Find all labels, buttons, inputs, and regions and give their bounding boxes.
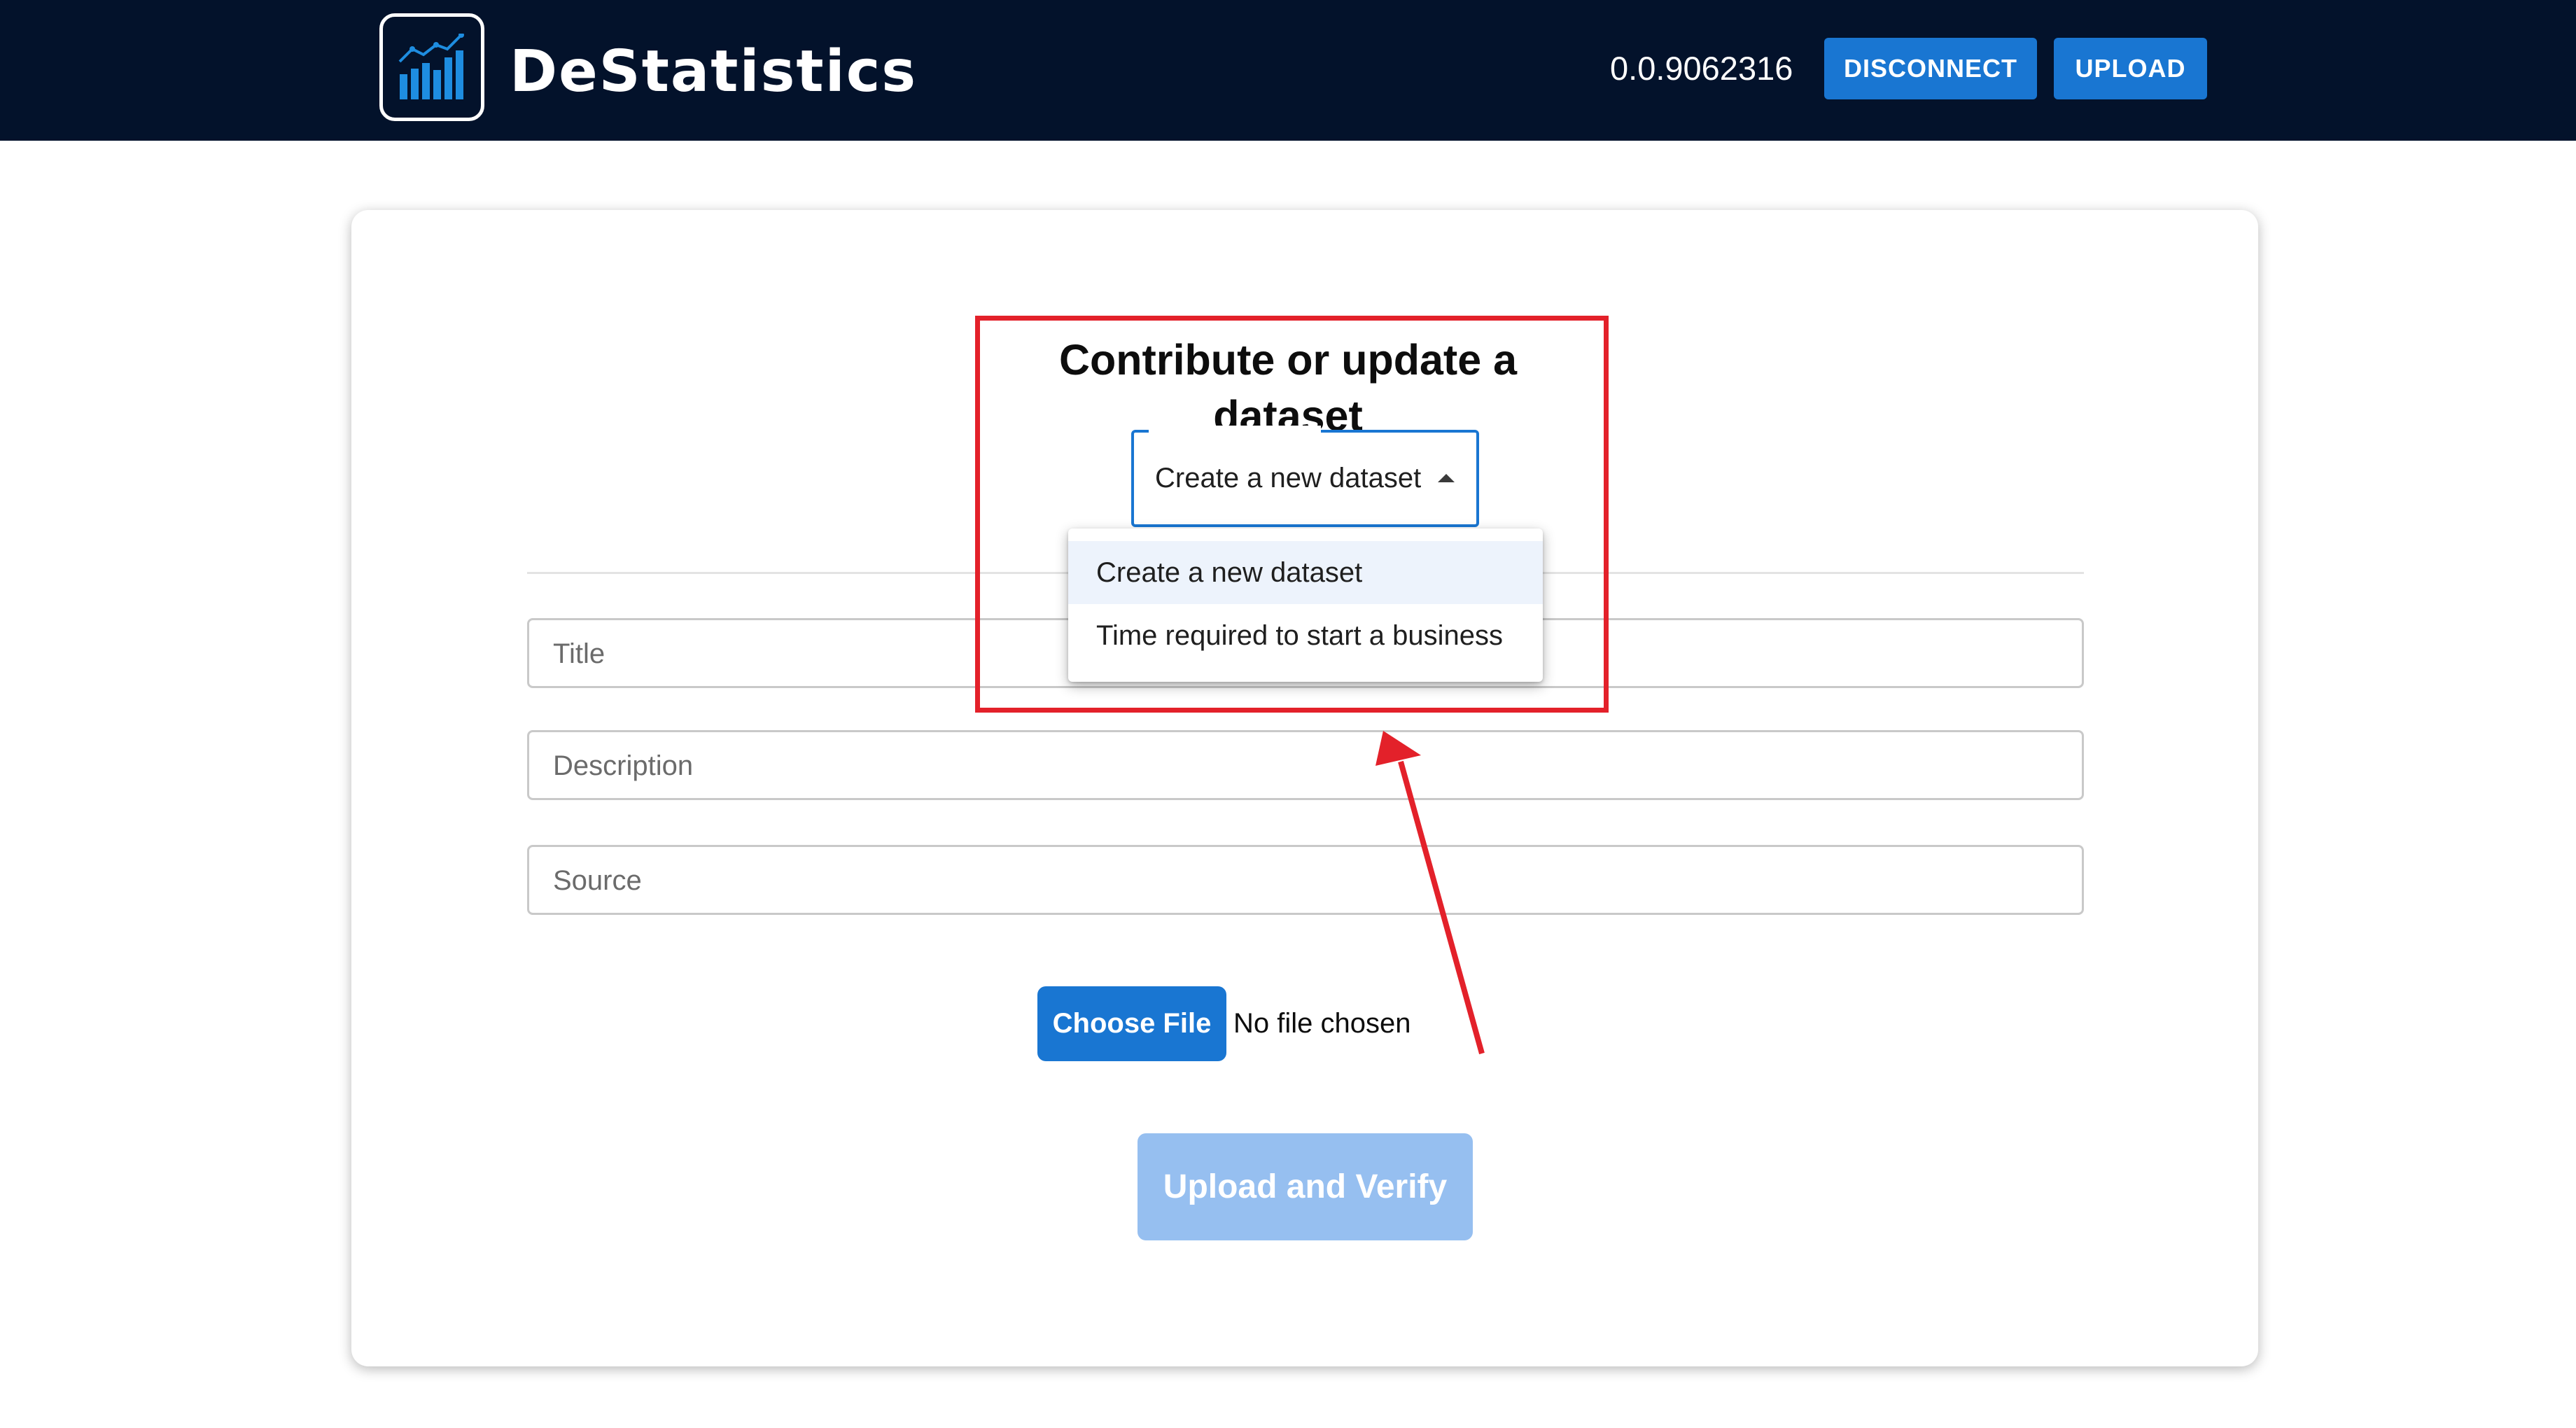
annotation-arrow — [1376, 731, 1485, 1055]
